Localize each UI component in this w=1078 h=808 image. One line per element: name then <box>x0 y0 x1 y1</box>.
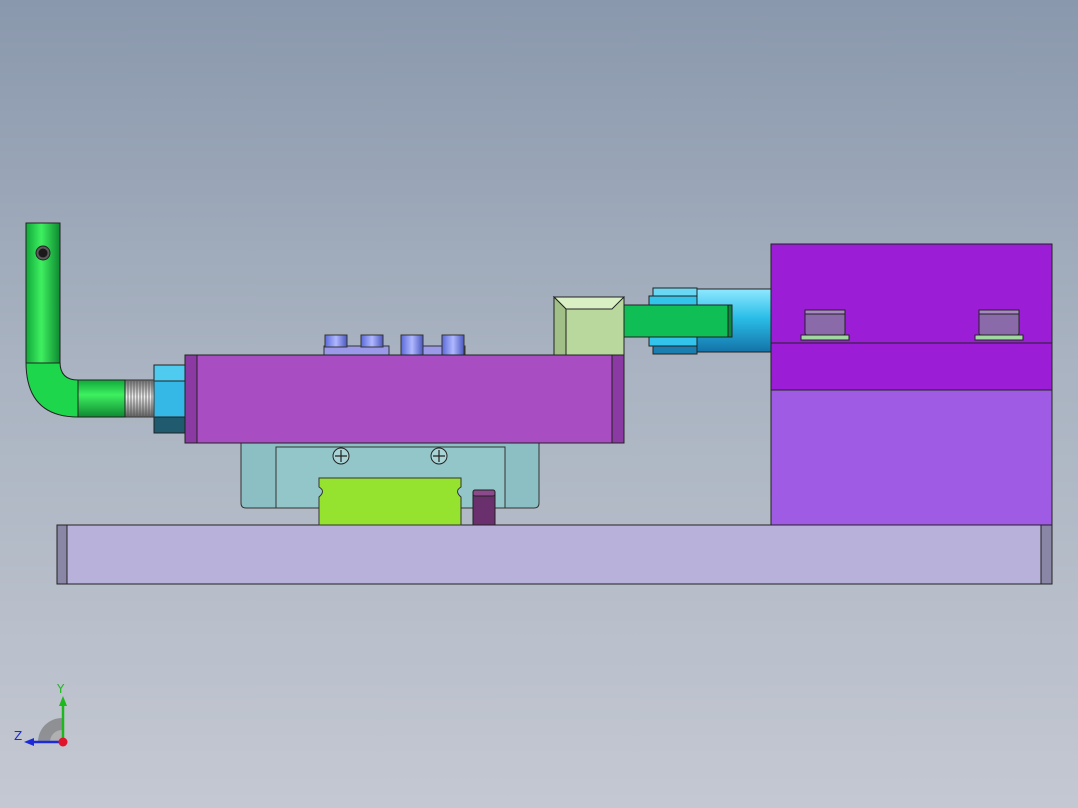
bushing-right[interactable] <box>974 309 1024 341</box>
guide-rail[interactable] <box>318 477 462 526</box>
cad-model[interactable] <box>0 0 1078 808</box>
base-plate[interactable] <box>56 524 1053 585</box>
link-bar[interactable] <box>623 304 733 338</box>
handle-rod[interactable] <box>25 222 126 418</box>
locating-pin[interactable] <box>472 489 496 526</box>
x-axis-dot <box>58 737 68 747</box>
end-block[interactable] <box>552 295 626 356</box>
z-axis-label: Z <box>14 729 23 743</box>
graphics-viewport[interactable]: Y Z <box>0 0 1078 808</box>
y-axis-label: Y <box>57 682 65 696</box>
slide-body[interactable] <box>184 354 625 444</box>
triad-icon <box>24 696 68 747</box>
threaded-stud <box>124 379 155 418</box>
clamp-block-lower[interactable] <box>770 389 1053 526</box>
orientation-triad[interactable]: Y Z <box>10 682 80 754</box>
top-dowel-pins <box>323 334 466 357</box>
hex-nut[interactable] <box>153 364 186 434</box>
clamp-block[interactable] <box>770 243 1053 526</box>
bushing-left[interactable] <box>800 309 850 341</box>
